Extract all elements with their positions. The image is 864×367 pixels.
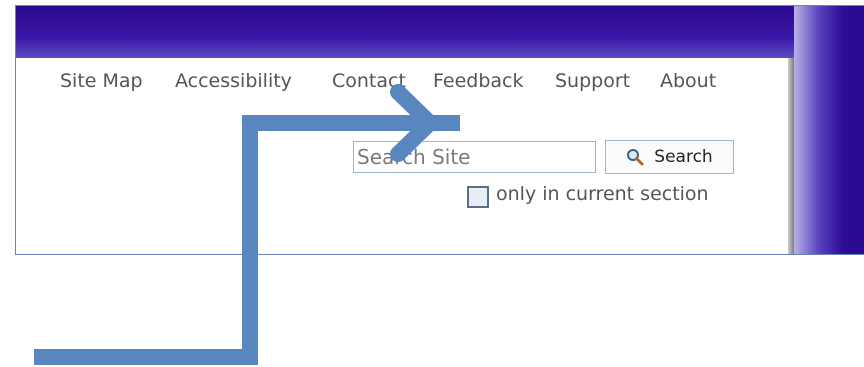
search-input[interactable] <box>353 141 596 173</box>
nav-link-feedback[interactable]: Feedback <box>433 70 523 92</box>
only-current-section-label: only in current section <box>496 183 709 205</box>
nav-link-accessibility[interactable]: Accessibility <box>175 70 292 92</box>
magnifier-icon <box>627 149 644 166</box>
nav-link-contact[interactable]: Contact <box>332 70 406 92</box>
nav-link-site-map[interactable]: Site Map <box>60 70 143 92</box>
only-current-section-checkbox[interactable] <box>467 186 489 208</box>
nav-link-about[interactable]: About <box>660 70 716 92</box>
header-band <box>16 6 864 58</box>
panel-shadow <box>788 58 794 254</box>
right-band <box>794 6 864 254</box>
search-button-label: Search <box>654 147 713 167</box>
screenshot-frame <box>15 5 864 255</box>
search-button[interactable]: Search <box>605 140 734 174</box>
nav-link-support[interactable]: Support <box>555 70 630 92</box>
